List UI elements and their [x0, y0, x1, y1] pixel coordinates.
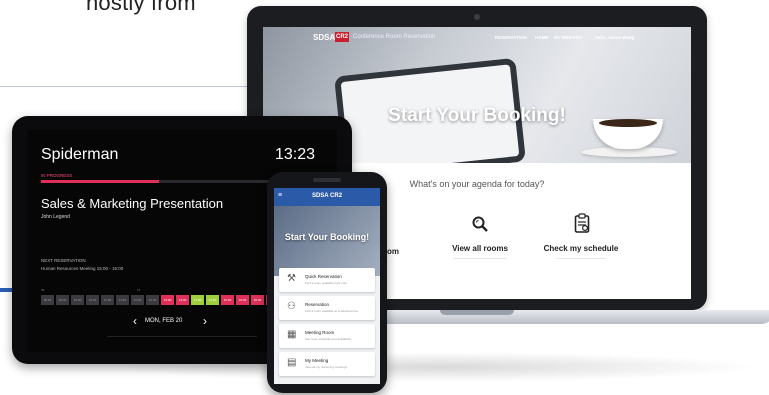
feature-desc: ———————————————	[453, 256, 507, 260]
time-slot[interactable]: 15:00	[221, 295, 234, 305]
page-fragment-text: nostly from	[86, 0, 196, 15]
feature-title: Check my schedule	[543, 244, 619, 253]
time-slot[interactable]: 13:00	[161, 295, 174, 305]
next-reservation-item: Human Resources Meeting 15:00 - 16:00	[41, 266, 124, 271]
time-slot[interactable]: 12:00	[131, 295, 144, 305]
clock: 13:23	[275, 146, 316, 163]
time-slot[interactable]: 12:30	[146, 295, 159, 305]
next-reservation-header: NEXT RESERVATION	[41, 258, 86, 263]
magnifier-icon	[472, 216, 488, 232]
top-nav: SDSA CR2 Conference Room Reservation RES…	[263, 27, 691, 49]
time-slot[interactable]: 11:30	[116, 295, 129, 305]
laptop-notch	[440, 310, 514, 315]
calendar-icon: ▤	[287, 357, 297, 368]
phone-hero-title: Start Your Booking!	[284, 232, 370, 242]
phone-hero: Start Your Booking!	[274, 206, 380, 276]
phone-speaker	[313, 178, 341, 182]
webcam-icon	[474, 14, 480, 20]
clipboard-icon	[574, 213, 590, 233]
chevron-right-icon[interactable]: ›	[203, 314, 207, 328]
feature-check-schedule[interactable]: Check my schedule ——————————————	[526, 209, 636, 279]
logo-subtitle: Conference Room Reservation	[353, 34, 436, 40]
nav-reservation[interactable]: RESERVATION	[495, 35, 527, 40]
phone-app-title: SDSA CR2	[311, 193, 343, 199]
time-slot[interactable]: 09:00	[41, 295, 54, 305]
chevron-left-icon[interactable]: ‹	[133, 314, 137, 328]
time-slot[interactable]: 09:30	[56, 295, 69, 305]
menu-item-sub: Find a room available right now	[305, 281, 347, 285]
divider-line	[0, 86, 260, 87]
menu-item-title: My Meeting	[305, 358, 329, 363]
logo-badge: CR2	[335, 32, 349, 42]
status-label: IN PROGRESS	[41, 173, 73, 178]
nav-home[interactable]: HOME	[535, 35, 549, 40]
menu-quick-reservation[interactable]: ⚒ Quick Reservation Find a room availabl…	[279, 268, 375, 292]
feature-view-all-rooms[interactable]: View all rooms ———————————————	[425, 209, 535, 279]
time-slot[interactable]: 13:30	[176, 295, 189, 305]
meeting-title: Sales & Marketing Presentation	[41, 196, 224, 211]
hammer-icon: ⚒	[287, 273, 296, 284]
menu-my-meeting[interactable]: ▤ My Meeting View all my upcoming meetin…	[279, 352, 375, 376]
tablet-nav-bar	[107, 336, 257, 337]
menu-reservation[interactable]: ⚇ Reservation Find a room available at a…	[279, 296, 375, 320]
nav-user-greeting[interactable]: hello, Jason Wang	[595, 35, 634, 40]
users-icon: ⚇	[287, 301, 296, 312]
slots-hour-12: 12	[137, 288, 141, 292]
room-icon: ▦	[287, 329, 297, 340]
feature-desc: ——————————————	[556, 256, 606, 260]
phone-app-bar: ≡ SDSA CR2	[274, 188, 380, 206]
room-name: Spiderman	[41, 146, 119, 163]
meeting-host: John Legend	[41, 214, 70, 220]
time-slot[interactable]: 14:00	[191, 295, 204, 305]
slots-hour-9: 09	[41, 288, 45, 292]
menu-meeting-room[interactable]: ▦ Meeting Room See room schedule and ava…	[279, 324, 375, 348]
phone-screen: ≡ SDSA CR2 Start Your Booking! ⚒ Quick R…	[274, 188, 380, 384]
time-slot[interactable]: 11:00	[101, 295, 114, 305]
feature-title: View all rooms	[452, 244, 508, 253]
time-slot[interactable]: 16:00	[251, 295, 264, 305]
site-logo[interactable]: SDSA	[313, 33, 335, 42]
menu-item-sub: View all my upcoming meetings	[305, 365, 347, 369]
date-label: MON, FEB 20	[145, 318, 183, 324]
progress-fill	[41, 180, 160, 183]
menu-item-sub: Find a room available at a selected time	[305, 309, 359, 313]
menu-item-sub: See room schedule and availability	[305, 337, 352, 341]
time-slot[interactable]: 14:30	[206, 295, 219, 305]
time-slot[interactable]: 10:00	[71, 295, 84, 305]
time-slot-strip: 09:00 09:30 10:00 10:30 11:00 11:30 12:00 12:30…	[41, 295, 279, 305]
menu-item-title: Quick Reservation	[305, 274, 342, 279]
time-slot[interactable]: 15:30	[236, 295, 249, 305]
menu-item-title: Meeting Room	[305, 330, 335, 335]
nav-my-meeting[interactable]: MY MEETING	[554, 35, 582, 40]
time-slot[interactable]: 10:30	[86, 295, 99, 305]
menu-item-title: Reservation	[305, 302, 330, 307]
